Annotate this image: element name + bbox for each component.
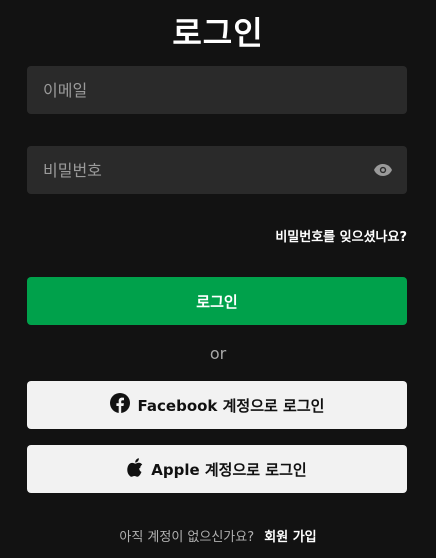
password-field[interactable] <box>43 160 373 180</box>
login-button[interactable]: 로그인 <box>27 277 407 325</box>
apple-icon <box>127 457 143 481</box>
or-divider: or <box>209 344 227 363</box>
page-title: 로그인 <box>172 14 264 52</box>
password-field-container[interactable] <box>27 146 407 194</box>
signup-prompt: 아직 계정이 없으신가요? 회원 가입 <box>0 526 436 545</box>
email-field[interactable] <box>43 80 393 100</box>
apple-login-label: Apple 계정으로 로그인 <box>151 460 307 479</box>
signup-link[interactable]: 회원 가입 <box>264 530 316 545</box>
facebook-login-label: Facebook 계정으로 로그인 <box>137 396 325 415</box>
facebook-icon <box>109 393 130 417</box>
forgot-password-link[interactable]: 비밀번호를 잊으셨나요? <box>275 226 407 245</box>
facebook-login-button[interactable]: Facebook 계정으로 로그인 <box>27 381 407 429</box>
eye-icon[interactable] <box>373 160 393 180</box>
email-field-container[interactable] <box>27 66 407 114</box>
login-page: 로그인 비밀번호를 잊으셨나요? 로그인 or Facebook 계정으로 로그… <box>0 0 436 558</box>
apple-login-button[interactable]: Apple 계정으로 로그인 <box>27 445 407 493</box>
signup-prompt-text: 아직 계정이 없으신가요? <box>119 530 255 545</box>
